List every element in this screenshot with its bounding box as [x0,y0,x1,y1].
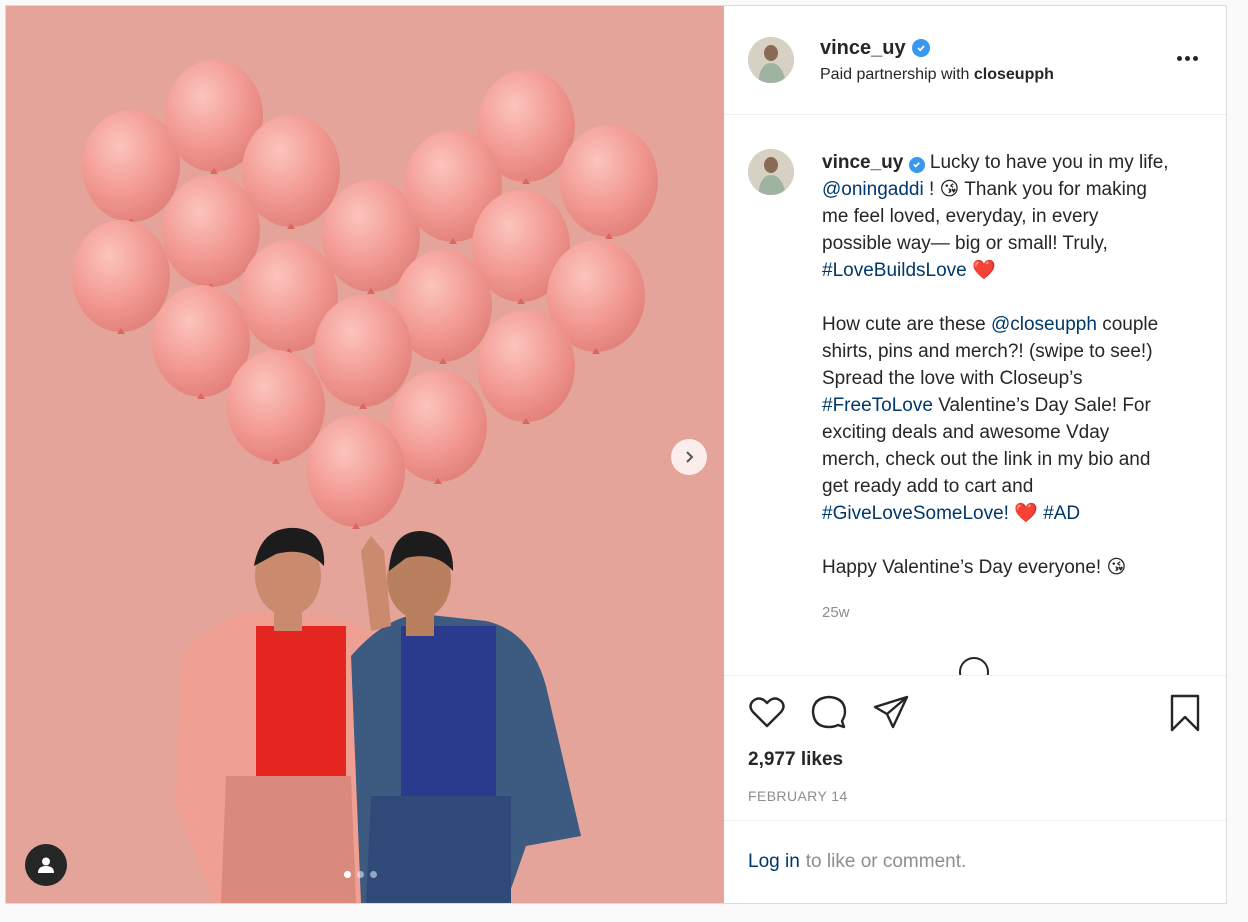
caption-section: vince_uy Lucky to have you in my life, @… [724,115,1226,675]
more-options-icon[interactable] [1173,50,1202,67]
post-header: vince_uy Paid partnership with closeupph [724,6,1226,115]
balloon [314,295,412,407]
hashtag-link[interactable]: #LoveBuildsLove [822,260,967,281]
post-photo [72,60,658,903]
balloon [477,310,575,422]
heart-emoji: ❤️ [1014,503,1038,524]
caption-username[interactable]: vince_uy [822,152,903,173]
hashtag-link[interactable]: #AD [1043,503,1080,524]
user-tags-button[interactable] [25,844,67,886]
verified-icon [911,39,930,57]
partner-link[interactable]: closeupph [974,66,1054,83]
mention-link[interactable]: @closeupph [991,314,1097,335]
hashtag-link[interactable]: #FreeToLove [822,395,933,416]
caption-text-segment: Happy Valentine’s Day everyone! 😘 [822,557,1127,578]
avatar-image [748,149,794,195]
couple-photo [176,527,581,903]
balloon [242,115,340,227]
avatar[interactable] [748,37,794,83]
post-card: vince_uy Paid partnership with closeupph… [5,5,1227,904]
hashtag-link[interactable]: #GiveLoveSomeLove! [822,503,1009,524]
carousel-dot [370,871,377,878]
login-prompt: Log in to like or comment. [724,820,1226,903]
user-tag-icon [38,857,54,873]
avatar-image [748,37,794,83]
username-link[interactable]: vince_uy [820,37,906,60]
next-slide-button[interactable] [671,439,707,475]
carousel-dot [344,871,351,878]
post-actions: 2,977 likes FEBRUARY 14 [724,675,1226,820]
heart-emoji: ❤️ [972,260,996,281]
post-date[interactable]: FEBRUARY 14 [748,788,1202,804]
heart-balloons [72,60,658,529]
post-sidebar: vince_uy Paid partnership with closeupph… [724,6,1226,903]
carousel-dot [357,871,364,878]
caption-text-segment: How cute are these [822,314,986,335]
balloon [227,350,325,462]
partnership-prefix: Paid partnership with [820,65,970,83]
likes-count[interactable]: 2,977 likes [748,749,1202,771]
balloon [307,415,405,527]
bookmark-icon[interactable] [1166,694,1204,732]
carousel-indicator [344,871,377,878]
partnership-label: Paid partnership with closeupph [820,66,1054,84]
caption-text: vince_uy Lucky to have you in my life, @… [822,149,1172,675]
post-timestamp[interactable]: 25w [822,599,1172,626]
avatar[interactable] [748,149,794,195]
verified-icon [908,156,925,173]
share-icon[interactable] [872,693,910,731]
balloon [162,175,260,287]
balloon [82,110,180,222]
mention-link[interactable]: @oningaddi [822,179,924,200]
comment-icon[interactable] [810,693,848,731]
login-link[interactable]: Log in [748,851,800,873]
login-prompt-text: to like or comment. [805,851,967,872]
post-media[interactable] [6,6,724,903]
chevron-right-icon [686,451,694,463]
caption-text-segment: Lucky to have you in my life, [929,152,1169,173]
balloon [72,220,170,332]
heart-icon[interactable] [748,693,786,731]
balloon [560,125,658,237]
